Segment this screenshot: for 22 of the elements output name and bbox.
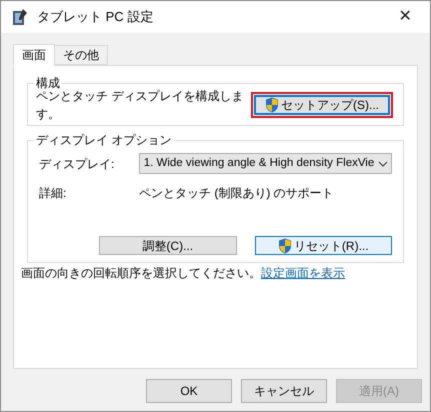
display-dropdown[interactable]: 1. Wide viewing angle & High density FlexVie — [138, 153, 392, 174]
close-button[interactable]: ✕ — [390, 5, 420, 29]
field-label: ディスプレイ: — [39, 156, 116, 172]
instruction-text: 画面の向きの回転順序を選択してください。 — [21, 265, 261, 282]
chevron-down-icon — [378, 160, 388, 166]
tablet-icon — [11, 8, 29, 26]
group-title: ディスプレイ オプション — [34, 132, 174, 148]
details-value: ペンとタッチ (制限あり) のサポート — [139, 185, 334, 202]
tab[interactable]: その他 — [55, 45, 108, 65]
dialog-button[interactable]: キャンセル — [241, 379, 327, 403]
dialog-button[interactable]: OK — [146, 379, 232, 403]
setup-button[interactable]: セットアップ(S)... — [254, 94, 390, 114]
group-title: 構成 — [34, 75, 62, 91]
description-text: ペンとタッチ ディスプレイを構成します。 — [36, 88, 244, 122]
shield-icon — [278, 238, 292, 254]
shield-icon — [265, 96, 279, 112]
reset-button[interactable]: リセット(R)... — [254, 236, 392, 255]
field-label: 詳細: — [39, 185, 68, 202]
settings-link[interactable]: 設定画面を表示 — [261, 264, 345, 282]
adjust-button[interactable]: 調整(C)... — [99, 236, 236, 255]
window-title: タブレット PC 設定 — [37, 8, 154, 26]
tab[interactable]: 画面 — [13, 44, 55, 66]
